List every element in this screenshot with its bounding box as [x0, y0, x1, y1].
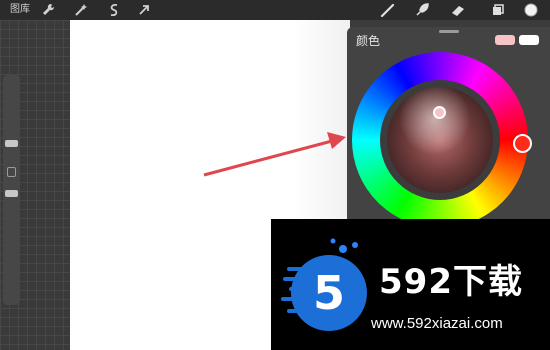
hue-marker[interactable] [513, 134, 532, 153]
panel-grabber[interactable] [439, 30, 459, 33]
inner-ring [380, 80, 500, 200]
saturation-brightness-disc[interactable] [387, 87, 493, 193]
brand-logo: 5 [281, 238, 367, 331]
logo-digit: 5 [313, 266, 345, 320]
saturation-marker[interactable] [433, 106, 446, 119]
previous-color-swatch[interactable] [519, 35, 539, 45]
watermark-url: www.592xiazai.com [371, 315, 503, 332]
current-color-swatch[interactable] [495, 35, 515, 45]
color-panel: 颜色 [347, 27, 550, 228]
watermark-overlay: 5 592下载 www.592xiazai.com [271, 219, 550, 350]
watermark-brand: 592下载 [379, 262, 523, 302]
panel-title: 颜色 [356, 34, 381, 48]
hue-ring[interactable] [352, 52, 532, 228]
